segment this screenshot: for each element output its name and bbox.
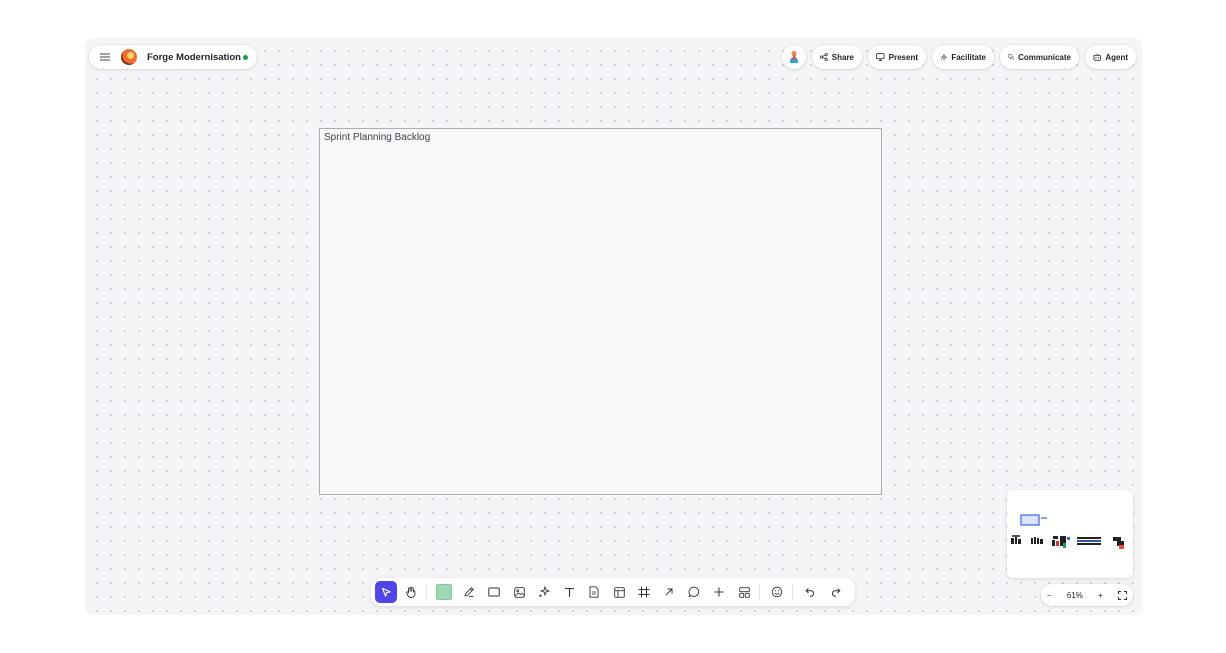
fullscreen-icon[interactable] (1117, 590, 1127, 600)
communicate-button[interactable]: Communicate (1000, 45, 1079, 69)
frame-tool[interactable] (633, 581, 655, 603)
text-icon (564, 587, 574, 597)
text-tool[interactable] (558, 581, 580, 603)
plus-icon (714, 587, 724, 597)
cursor-icon (381, 587, 391, 597)
sticky-note-tool[interactable] (433, 581, 455, 603)
redo-icon (831, 588, 841, 597)
pen-tool[interactable] (458, 581, 480, 603)
zoom-in-button[interactable]: + (1098, 591, 1103, 600)
agent-label: Agent (1105, 52, 1128, 62)
reaction-tool[interactable] (766, 581, 788, 603)
share-icon (820, 53, 828, 61)
present-label: Present (888, 52, 918, 62)
chat-icon (1008, 54, 1014, 61)
templates-icon (738, 586, 750, 598)
collaborator-avatar[interactable] (782, 45, 806, 69)
toolbar-separator (792, 584, 793, 600)
communicate-label: Communicate (1018, 52, 1071, 62)
frame-label[interactable]: Sprint Planning Backlog (324, 132, 430, 143)
undo-button[interactable] (799, 581, 821, 603)
pen-icon (464, 587, 474, 597)
arrow-icon (665, 588, 673, 596)
comment-icon (688, 586, 700, 598)
bottom-toolbar (371, 578, 855, 606)
hand-tool[interactable] (400, 581, 422, 603)
minimap[interactable] (1007, 490, 1133, 578)
image-icon (513, 586, 525, 598)
rectangle-icon (488, 587, 500, 597)
table-tool[interactable] (608, 581, 630, 603)
online-status-dot (243, 54, 248, 60)
add-tool[interactable] (708, 581, 730, 603)
whiteboard-canvas[interactable]: Forge Modernisation Share Present Facili… (85, 38, 1142, 615)
agent-button[interactable]: Agent (1085, 45, 1136, 69)
monitor-icon (876, 53, 885, 61)
toolbar-separator (426, 584, 427, 600)
zoom-control: − 61% + (1041, 584, 1133, 606)
select-tool[interactable] (375, 581, 397, 603)
hamburger-icon[interactable] (95, 47, 115, 67)
present-button[interactable]: Present (868, 45, 926, 69)
templates-tool[interactable] (733, 581, 755, 603)
sprint-planning-frame[interactable]: Sprint Planning Backlog (319, 128, 882, 495)
redo-button[interactable] (824, 581, 846, 603)
frame-icon (638, 586, 650, 598)
comment-tool[interactable] (683, 581, 705, 603)
undo-icon (804, 588, 814, 597)
document-title[interactable]: Forge Modernisation (147, 52, 241, 63)
sticky-note-icon (436, 584, 452, 600)
zoom-level[interactable]: 61% (1067, 591, 1083, 600)
document-tool[interactable] (583, 581, 605, 603)
share-button[interactable]: Share (812, 45, 862, 69)
facilitate-button[interactable]: Facilitate (932, 45, 994, 69)
toolbar-separator (759, 584, 760, 600)
connector-tool[interactable] (658, 581, 680, 603)
facilitate-label: Facilitate (951, 52, 986, 62)
ai-tool[interactable] (533, 581, 555, 603)
document-icon (589, 586, 599, 598)
rectangle-tool[interactable] (483, 581, 505, 603)
minimap-preview (1011, 514, 1124, 549)
image-tool[interactable] (508, 581, 530, 603)
document-bar: Forge Modernisation (89, 45, 257, 69)
zoom-out-button[interactable]: − (1047, 591, 1052, 600)
table-icon (613, 586, 625, 598)
robot-icon (1093, 53, 1101, 61)
hand-icon (406, 586, 416, 598)
sparkles-icon (539, 586, 550, 597)
avatar-icon (790, 50, 798, 63)
flame-logo-icon (121, 49, 137, 65)
sparkles-icon (940, 53, 948, 61)
emoji-icon (771, 586, 783, 598)
share-label: Share (831, 52, 854, 62)
